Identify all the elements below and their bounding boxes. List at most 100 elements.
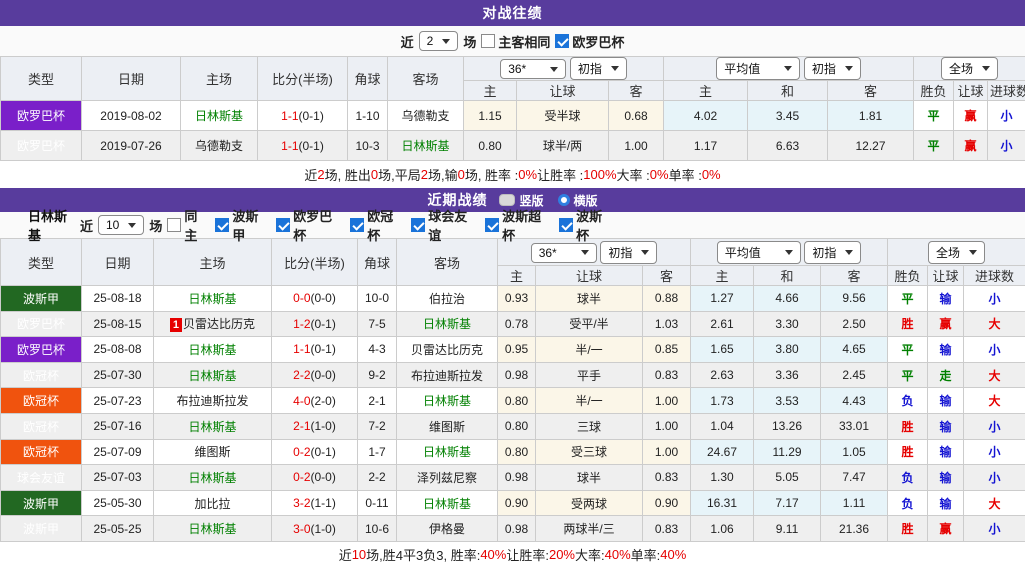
recent-checkbox-4[interactable]: 球会友谊 — [411, 206, 480, 244]
result-handicap: 赢 — [928, 311, 964, 337]
result-outcome: 负 — [888, 465, 928, 491]
europe-home-odds: 1.06 — [691, 516, 754, 542]
europe-home-odds: 16.31 — [691, 490, 754, 516]
table-row: 欧冠杯25-07-09维图斯0-2(0-1)1-7日林斯基0.80受三球1.00… — [1, 439, 1025, 465]
league-badge: 波斯甲 — [1, 286, 82, 312]
corner-score: 9-2 — [358, 362, 397, 388]
result-outcome: 平 — [914, 131, 954, 161]
home-team: 加比拉 — [154, 490, 272, 516]
handicap-away-odds: 1.00 — [643, 413, 691, 439]
checkbox-label: 波斯杯 — [576, 206, 615, 244]
europe-away-odds: 4.65 — [821, 337, 888, 363]
recent-checkbox-6[interactable]: 波斯杯 — [559, 206, 615, 244]
handicap-line: 受三球 — [536, 439, 643, 465]
home-team: 日林斯基 — [154, 362, 272, 388]
recent-checkbox-5[interactable]: 波斯超杯 — [485, 206, 554, 244]
h2h-checkbox-1[interactable]: 欧罗巴杯 — [555, 32, 624, 51]
h2h-oddstype2-select[interactable]: 初指 — [804, 57, 861, 80]
h2h-scope-select[interactable]: 全场 — [941, 57, 998, 80]
europe-draw-odds: 11.29 — [754, 439, 821, 465]
result-handicap: 赢 — [954, 101, 988, 131]
home-team: 维图斯 — [154, 439, 272, 465]
europe-draw-odds: 3.36 — [754, 362, 821, 388]
away-team: 布拉迪斯拉发 — [397, 362, 498, 388]
handicap-line: 半/一 — [536, 388, 643, 414]
checkbox-unchecked-icon — [481, 34, 495, 48]
col-type: 类型 — [1, 57, 82, 101]
h2h-title: 对战往绩 — [483, 3, 543, 23]
recent-checkbox-2[interactable]: 欧罗巴杯 — [276, 206, 345, 244]
europe-away-odds: 12.27 — [828, 131, 914, 161]
score: 2-2(0-0) — [272, 362, 358, 388]
match-date: 25-08-15 — [82, 311, 154, 337]
europe-draw-odds: 13.26 — [754, 413, 821, 439]
score: 0-0(0-0) — [272, 286, 358, 312]
handicap-line: 球半 — [536, 286, 643, 312]
chevron-down-icon — [128, 223, 136, 228]
handicap-home-odds: 0.80 — [498, 439, 536, 465]
recent-count-select[interactable]: 10 — [98, 215, 144, 235]
radio-unselected-icon — [558, 194, 570, 206]
away-team: 伊格曼 — [397, 516, 498, 542]
recent-oddstype1-select[interactable]: 初指 — [600, 241, 657, 264]
col-corner: 角球 — [348, 57, 388, 101]
handicap-away-odds: 0.90 — [643, 490, 691, 516]
europe-home-odds: 1.04 — [691, 413, 754, 439]
league-badge: 欧冠杯 — [1, 413, 82, 439]
result-goals: 小 — [964, 413, 1025, 439]
europe-home-odds: 2.63 — [691, 362, 754, 388]
handicap-line: 受平/半 — [536, 311, 643, 337]
handicap-home-odds: 0.80 — [498, 413, 536, 439]
recent-average-select[interactable]: 平均值 — [717, 241, 801, 264]
recent-near-label: 近 — [80, 216, 93, 235]
recent-oddstype2-select[interactable]: 初指 — [804, 241, 861, 264]
corner-score: 0-11 — [358, 490, 397, 516]
recent-checkbox-3[interactable]: 欧冠杯 — [350, 206, 406, 244]
checkbox-unchecked-icon — [167, 218, 181, 232]
result-handicap: 输 — [928, 439, 964, 465]
home-team: 日林斯基 — [181, 101, 258, 131]
league-badge: 欧罗巴杯 — [1, 131, 82, 161]
table-row: 欧罗巴杯25-08-151贝雷达比历克1-2(0-1)7-5日林斯基0.78受平… — [1, 311, 1025, 337]
europe-away-odds: 33.01 — [821, 413, 888, 439]
recent-scope-select[interactable]: 全场 — [928, 241, 985, 264]
handicap-home-odds: 0.98 — [498, 516, 536, 542]
result-outcome: 胜 — [888, 413, 928, 439]
col-type: 类型 — [1, 239, 82, 286]
checkbox-label: 球会友谊 — [428, 206, 480, 244]
table-row: 欧冠杯25-07-30日林斯基2-2(0-0)9-2布拉迪斯拉发0.98平手0.… — [1, 362, 1025, 388]
away-team: 日林斯基 — [388, 131, 464, 161]
h2h-bookmaker-select[interactable]: 36* — [500, 59, 566, 79]
match-date: 2019-07-26 — [82, 131, 181, 161]
corner-score: 4-3 — [358, 337, 397, 363]
home-team: 1贝雷达比历克 — [154, 311, 272, 337]
table-row: 欧罗巴杯25-08-08日林斯基1-1(0-1)4-3贝雷达比历克0.95半/一… — [1, 337, 1025, 363]
h2h-checkbox-0[interactable]: 主客相同 — [481, 32, 550, 51]
recent-bookmaker-select[interactable]: 36* — [531, 243, 597, 263]
h2h-oddstype1-select[interactable]: 初指 — [570, 57, 627, 80]
league-badge: 欧冠杯 — [1, 388, 82, 414]
chevron-down-icon — [581, 250, 589, 255]
handicap-line: 受半球 — [517, 101, 609, 131]
checkbox-label: 波斯超杯 — [502, 206, 554, 244]
recent-checkbox-1[interactable]: 波斯甲 — [215, 206, 271, 244]
score: 2-1(1-0) — [272, 413, 358, 439]
table-row: 球会友谊25-07-03日林斯基0-2(0-0)2-2泽列兹尼察0.98球半0.… — [1, 465, 1025, 491]
result-goals: 小 — [964, 439, 1025, 465]
result-handicap: 输 — [928, 286, 964, 312]
radio-selected-icon — [499, 194, 515, 206]
home-team: 日林斯基 — [154, 465, 272, 491]
europe-draw-odds: 5.05 — [754, 465, 821, 491]
result-outcome: 平 — [888, 286, 928, 312]
result-handicap: 输 — [928, 490, 964, 516]
h2h-count-select[interactable]: 2 — [419, 31, 459, 51]
europe-away-odds: 2.50 — [821, 311, 888, 337]
result-handicap: 赢 — [928, 516, 964, 542]
h2h-average-select[interactable]: 平均值 — [716, 57, 800, 80]
result-goals: 大 — [964, 388, 1025, 414]
corner-score: 1-7 — [358, 439, 397, 465]
handicap-line: 球半/两 — [517, 131, 609, 161]
recent-summary: 近10场,胜4平3负3, 胜率:40% 让胜率:20% 大率:40% 单率:40… — [0, 542, 1025, 568]
home-team: 布拉迪斯拉发 — [154, 388, 272, 414]
recent-checkbox-0[interactable]: 同主 — [167, 206, 210, 244]
